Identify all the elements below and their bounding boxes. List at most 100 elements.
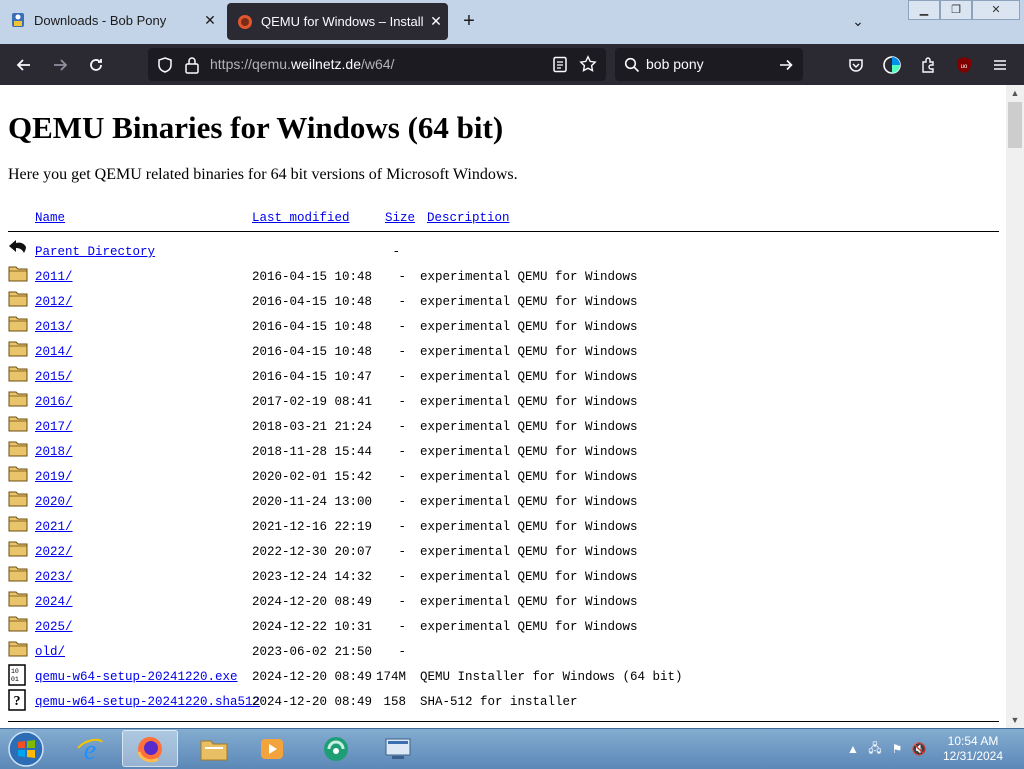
url-prefix: https://qemu. [210,56,291,72]
scrollbar-thumb[interactable] [1008,102,1022,148]
entry-link[interactable]: 2014/ [35,345,73,359]
scroll-up-icon[interactable]: ▲ [1006,85,1024,101]
entry-link[interactable]: qemu-w64-setup-20241220.exe [35,670,238,684]
entry-link[interactable]: 2023/ [35,570,73,584]
entry-link[interactable]: 2019/ [35,470,73,484]
shield-icon[interactable] [156,56,174,74]
puzzle-icon[interactable] [915,52,941,78]
entry-description: experimental QEMU for Windows [420,270,638,284]
remote-desktop-icon[interactable] [370,730,426,767]
search-bar[interactable]: bob pony [615,48,803,81]
tab-qemu[interactable]: QEMU for Windows – Installers ✕ [227,3,448,40]
table-row: 2025/2024-12-22 10:31 - experimental QEMU … [0,614,1006,639]
close-tab-icon[interactable]: ✕ [424,13,448,30]
entry-size: 174M [375,670,406,684]
qemu-favicon-icon [238,14,252,29]
divider [8,231,999,232]
search-input[interactable]: bob pony [646,56,704,72]
unknown-file-icon: ? [8,689,28,711]
minimize-icon[interactable]: ▁ [908,0,940,20]
entry-link[interactable]: 2017/ [35,420,73,434]
star-icon[interactable] [579,55,597,73]
table-row: Parent Directory - [0,239,1006,264]
entry-link[interactable]: 2021/ [35,520,73,534]
column-description-link[interactable]: Description [427,211,510,225]
column-name-link[interactable]: Name [35,211,65,225]
entry-link[interactable]: 2013/ [35,320,73,334]
internet-explorer-icon[interactable]: e [62,730,118,767]
scroll-down-icon[interactable]: ▼ [1006,712,1024,728]
entry-link[interactable]: 2018/ [35,445,73,459]
entry-last-modified: 2021-12-16 22:19 [252,520,373,534]
table-row: 2021/2021-12-16 22:19 - experimental QEMU … [0,514,1006,539]
entry-description: experimental QEMU for Windows [420,395,638,409]
entry-link[interactable]: old/ [35,645,65,659]
lock-icon[interactable] [184,56,200,74]
folder-icon [8,564,28,586]
entry-link[interactable]: 2025/ [35,620,73,634]
chevron-down-icon[interactable]: ⌄ [846,8,870,34]
new-tab-icon[interactable]: + [456,8,482,34]
tab-strip: Downloads - Bob Pony ✕ QEMU for Windows … [0,0,1024,44]
close-tab-icon[interactable]: ✕ [198,12,222,29]
table-row: 2014/2016-04-15 10:48 - experimental QEMU … [0,339,1006,364]
entry-link[interactable]: 2015/ [35,370,73,384]
entry-last-modified: 2016-04-15 10:47 [252,370,373,384]
firefox-icon[interactable] [122,730,178,767]
media-player-icon[interactable] [244,730,300,767]
divider [8,721,999,722]
clock[interactable]: 10:54 AM 12/31/2024 [930,734,1016,764]
arrow-right-icon[interactable] [778,57,794,73]
vertical-scrollbar[interactable]: ▲ ▼ [1006,85,1024,728]
pocket-icon[interactable] [843,52,869,78]
entry-description: experimental QEMU for Windows [420,570,638,584]
file-explorer-icon[interactable] [186,730,242,767]
entry-link[interactable]: qemu-w64-setup-20241220.sha512 [35,695,260,709]
entry-description: experimental QEMU for Windows [420,595,638,609]
column-size-link[interactable]: Size [385,211,415,225]
entry-size: - [398,520,406,534]
windows-start-icon[interactable] [4,729,48,769]
entry-link[interactable]: 2020/ [35,495,73,509]
action-center-flag-icon[interactable]: ⚑ [886,742,908,756]
table-row: 2013/2016-04-15 10:48 - experimental QEMU … [0,314,1006,339]
tab-title: QEMU for Windows – Installers [261,14,424,29]
entry-last-modified: 2016-04-15 10:48 [252,270,373,284]
network-icon[interactable]: 🖧 [864,739,886,760]
close-window-icon[interactable]: ✕ [972,0,1020,20]
arrow-right-icon[interactable] [47,52,73,78]
folder-icon [8,539,28,561]
restore-icon[interactable]: ❐ [940,0,972,20]
entry-last-modified: 2016-04-15 10:48 [252,345,373,359]
reader-view-icon[interactable] [552,56,568,73]
app-green-icon[interactable] [308,730,364,767]
entry-description: experimental QEMU for Windows [420,545,638,559]
volume-muted-icon[interactable]: 🔇 [908,742,930,756]
entry-description: experimental QEMU for Windows [420,370,638,384]
back-icon [8,239,28,261]
url-host: weilnetz.de [290,56,361,72]
entry-link[interactable]: 2024/ [35,595,73,609]
url-bar[interactable]: https://qemu.weilnetz.de/w64/ [148,48,606,81]
column-last-modified-link[interactable]: Last modified [252,211,350,225]
reload-icon[interactable] [83,52,109,78]
account-icon[interactable] [879,52,905,78]
folder-icon [8,264,28,286]
url-text[interactable]: https://qemu.weilnetz.de/w64/ [210,56,394,72]
entry-link[interactable]: 2016/ [35,395,73,409]
page-title: QEMU Binaries for Windows (64 bit) [8,110,504,145]
arrow-left-icon[interactable] [11,52,37,78]
entry-link[interactable]: 2022/ [35,545,73,559]
entry-size: - [398,620,406,634]
hamburger-icon[interactable] [987,52,1013,78]
show-hidden-icons-icon[interactable]: ▲ [842,742,864,756]
entry-last-modified: 2024-12-20 08:49 [252,670,373,684]
listing-header: Name Last modified Size Description [0,209,1006,229]
ublock-icon[interactable]: uo [951,52,977,78]
entry-link[interactable]: 2012/ [35,295,73,309]
entry-link[interactable]: Parent Directory [35,245,155,259]
entry-last-modified: 2017-02-19 08:41 [252,395,373,409]
entry-link[interactable]: 2011/ [35,270,73,284]
tab-downloads[interactable]: Downloads - Bob Pony ✕ [0,0,222,40]
svg-text:uo: uo [961,64,968,70]
